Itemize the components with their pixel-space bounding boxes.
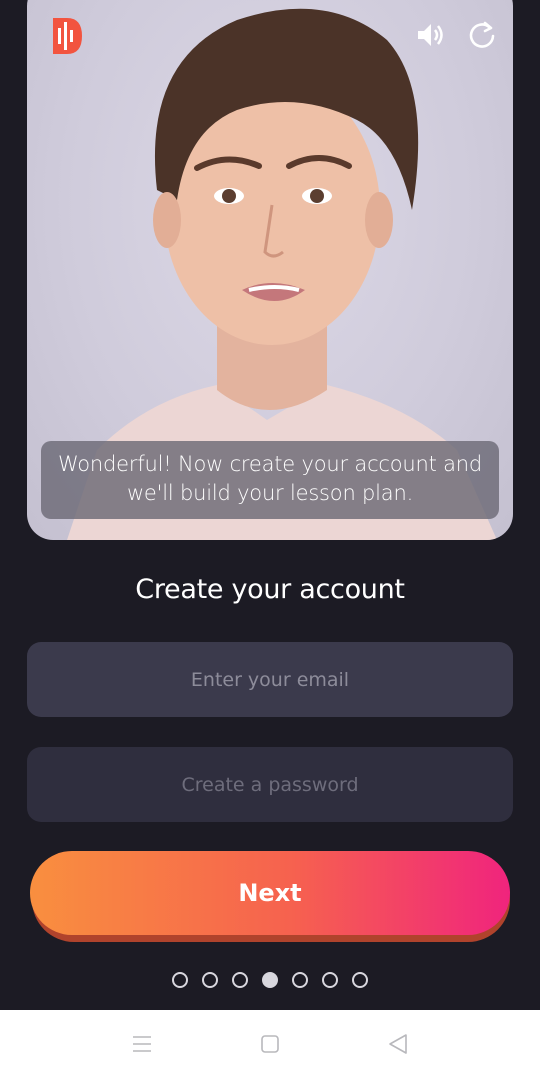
app-logo-icon — [53, 18, 82, 54]
video-caption: Wonderful! Now create your account and w… — [41, 441, 499, 519]
step-indicator — [172, 972, 372, 988]
step-dot — [232, 972, 248, 988]
back-icon[interactable] — [386, 1032, 410, 1056]
page-title: Create your account — [135, 574, 405, 605]
system-nav-bar — [0, 1010, 540, 1076]
tutor-video[interactable]: Wonderful! Now create your account and w… — [27, 0, 513, 540]
email-field[interactable] — [27, 642, 513, 717]
step-dot — [172, 972, 188, 988]
password-field[interactable] — [27, 747, 513, 822]
home-icon[interactable] — [258, 1032, 282, 1056]
step-dot — [292, 972, 308, 988]
step-dot — [352, 972, 368, 988]
step-dot — [322, 972, 338, 988]
step-dot — [262, 972, 278, 988]
speaker-icon[interactable] — [415, 20, 445, 50]
step-dot — [202, 972, 218, 988]
next-button[interactable]: Next — [30, 851, 510, 935]
replay-icon[interactable] — [467, 20, 497, 50]
menu-icon[interactable] — [130, 1032, 154, 1056]
